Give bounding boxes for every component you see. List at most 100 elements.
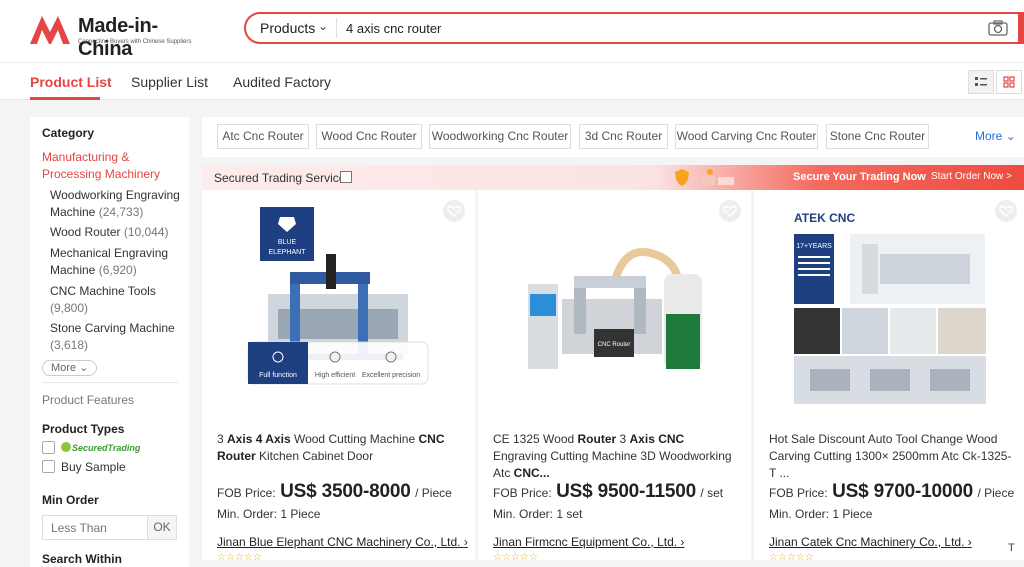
chips-more-button[interactable]: More ⌄ — [975, 129, 1016, 143]
chevron-right-icon: › — [967, 535, 972, 549]
result-tabs: Product List Supplier List Audited Facto… — [0, 62, 1024, 100]
product-types-title: Product Types — [42, 422, 125, 436]
collage-years: 17+YEARS — [796, 243, 832, 250]
product-title[interactable]: Hot Sale Discount Auto Tool Change Wood … — [769, 431, 1017, 482]
product-image[interactable]: BLUE ELEPHANT Full function High efficie… — [238, 204, 438, 406]
secured-trading-bar: Secured Trading Service Secure Your Trad… — [202, 165, 1024, 190]
secured-trading-service-label: Secured Trading Service — [214, 171, 346, 185]
supplier-name: Jinan Blue Elephant CNC Machinery Co., L… — [217, 535, 461, 549]
sidebar-item-woodworking-engraving[interactable]: Woodworking Engraving Machine (24,733) — [50, 187, 180, 221]
favorite-button[interactable] — [719, 200, 741, 222]
supplier-name: Jinan Firmcnc Equipment Co., Ltd. — [493, 535, 678, 549]
sidebar-item-label: CNC Machine Tools — [50, 284, 156, 298]
active-tab-indicator — [30, 97, 100, 100]
search-within-title: Search Within — [42, 552, 122, 566]
active-category[interactable]: Manufacturing & Processing Machinery — [42, 149, 182, 183]
product-card[interactable]: CNC Router CE 1325 Wood Router 3 Axis CN… — [478, 190, 751, 563]
favorite-button[interactable] — [995, 200, 1017, 222]
secured-trading-label: SecuredTrading — [72, 443, 141, 453]
rating-stars: ☆☆☆☆☆ — [217, 552, 262, 563]
heart-icon — [999, 205, 1013, 218]
shield-check-icon — [61, 442, 71, 452]
chevron-down-icon: ⌄ — [79, 362, 89, 374]
made-in-china-logo-icon — [30, 16, 70, 44]
site-header: Made-in-China Connecting Buyers with Chi… — [0, 0, 1024, 62]
supplier-name: Jinan Catek Cnc Machinery Co., Ltd. — [769, 535, 965, 549]
price-row: FOB Price: US$ 9500-11500 / set — [493, 481, 748, 503]
list-view-button[interactable] — [968, 70, 994, 94]
chevron-down-icon[interactable]: ⌄ — [318, 19, 328, 33]
search-button[interactable] — [1018, 12, 1024, 44]
secured-trading-service-checkbox[interactable] — [340, 171, 352, 183]
product-card[interactable]: BLUE ELEPHANT Full function High efficie… — [202, 190, 475, 563]
feature-2: High efficient — [315, 372, 355, 379]
product-features-heading[interactable]: Product Features — [42, 393, 134, 407]
min-order: Min. Order: 1 set — [493, 507, 583, 521]
brand-tagline: Connecting Buyers with Chinese Suppliers — [78, 39, 192, 45]
product-image[interactable]: CNC Router — [514, 204, 714, 406]
supplier-link[interactable]: Jinan Catek Cnc Machinery Co., Ltd. › — [769, 535, 972, 549]
sidebar-item-stone-carving[interactable]: Stone Carving Machine (3,618) — [50, 320, 180, 354]
collage-brand: ATEK CNC — [794, 211, 855, 225]
secure-trading-promo[interactable]: Secure Your Trading Now — [793, 171, 926, 183]
supplier-link[interactable]: Jinan Blue Elephant CNC Machinery Co., L… — [217, 535, 468, 549]
buy-sample-checkbox[interactable] — [42, 460, 55, 473]
min-order-input[interactable] — [42, 515, 148, 540]
machine-label: CNC Router — [598, 342, 631, 348]
sidebar-item-label: Wood Router — [50, 225, 121, 239]
sidebar-item-count: (9,800) — [50, 301, 89, 315]
favorite-button[interactable] — [443, 200, 465, 222]
more-label: More — [51, 362, 77, 374]
chip-3d-cnc-router[interactable]: 3d Cnc Router — [579, 124, 668, 149]
secured-trading-checkbox[interactable] — [42, 441, 55, 454]
supplier-link[interactable]: Jinan Firmcnc Equipment Co., Ltd. › — [493, 535, 684, 549]
chip-atc-cnc-router[interactable]: Atc Cnc Router — [217, 124, 309, 149]
chip-stone-cnc-router[interactable]: Stone Cnc Router — [826, 124, 929, 149]
sidebar-item-label: Stone Carving Machine — [50, 321, 175, 335]
min-order-ok-button[interactable]: OK — [148, 515, 177, 540]
sidebar-item-count: (10,044) — [123, 225, 169, 239]
search-bar: Products ⌄ — [244, 12, 1024, 44]
category-more-button[interactable]: More ⌄ — [42, 360, 98, 376]
camera-icon[interactable] — [988, 20, 1008, 36]
min-order: Min. Order: 1 Piece — [769, 507, 873, 521]
price-unit: / set — [700, 486, 724, 500]
badge-line-1: BLUE — [278, 239, 297, 246]
rating-stars: ☆☆☆☆☆ — [769, 552, 814, 563]
brand-logo[interactable]: Made-in-China Connecting Buyers with Chi… — [30, 12, 210, 60]
product-title[interactable]: CE 1325 Wood Router 3 Axis CNC Engraving… — [493, 431, 741, 482]
product-title[interactable]: 3 Axis 4 Axis Wood Cutting Machine CNC R… — [217, 431, 465, 465]
filter-sidebar: Category Manufacturing & Processing Mach… — [30, 117, 189, 567]
sidebar-item-count: (6,920) — [98, 263, 137, 277]
start-order-link[interactable]: Start Order Now > — [931, 171, 1012, 182]
tab-audited-factory[interactable]: Audited Factory — [233, 74, 331, 90]
chip-woodworking-cnc-router[interactable]: Woodworking Cnc Router — [429, 124, 571, 149]
sidebar-item-wood-router[interactable]: Wood Router (10,044) — [50, 224, 180, 241]
chip-wood-carving-cnc-router[interactable]: Wood Carving Cnc Router — [675, 124, 818, 149]
widget-label: T — [1008, 542, 1015, 554]
tab-supplier-list[interactable]: Supplier List — [131, 74, 208, 90]
title-highlight: Axis — [227, 432, 253, 446]
price-value: US$ 9500-11500 — [556, 481, 696, 502]
search-input[interactable] — [346, 17, 966, 39]
title-highlight: Router — [577, 432, 617, 446]
price-label: FOB Price: — [769, 486, 828, 500]
product-image[interactable]: ATEK CNC 17+YEARS — [790, 204, 990, 406]
shield-icon — [675, 169, 689, 186]
title-text: 3 — [616, 432, 630, 446]
gift-icon — [701, 169, 734, 185]
buy-sample-label: Buy Sample — [61, 460, 126, 474]
search-category-select[interactable]: Products — [260, 20, 315, 36]
floating-widget[interactable]: T — [1004, 542, 1024, 560]
chip-wood-cnc-router[interactable]: Wood Cnc Router — [316, 124, 422, 149]
min-order: Min. Order: 1 Piece — [217, 507, 321, 521]
sidebar-item-mechanical-engraving[interactable]: Mechanical Engraving Machine (6,920) — [50, 245, 180, 279]
chips-more-label: More — [975, 129, 1003, 143]
title-highlight: 4 Axis — [255, 432, 291, 446]
tab-product-list[interactable]: Product List — [30, 74, 112, 90]
product-card[interactable]: ATEK CNC 17+YEARS Hot Sale Discount Auto… — [754, 190, 1024, 563]
rating-stars: ☆☆☆☆☆ — [493, 552, 538, 563]
grid-view-button[interactable] — [996, 70, 1022, 94]
sidebar-item-cnc-machine-tools[interactable]: CNC Machine Tools (9,800) — [50, 283, 180, 317]
title-text: CE 1325 Wood — [493, 432, 578, 446]
